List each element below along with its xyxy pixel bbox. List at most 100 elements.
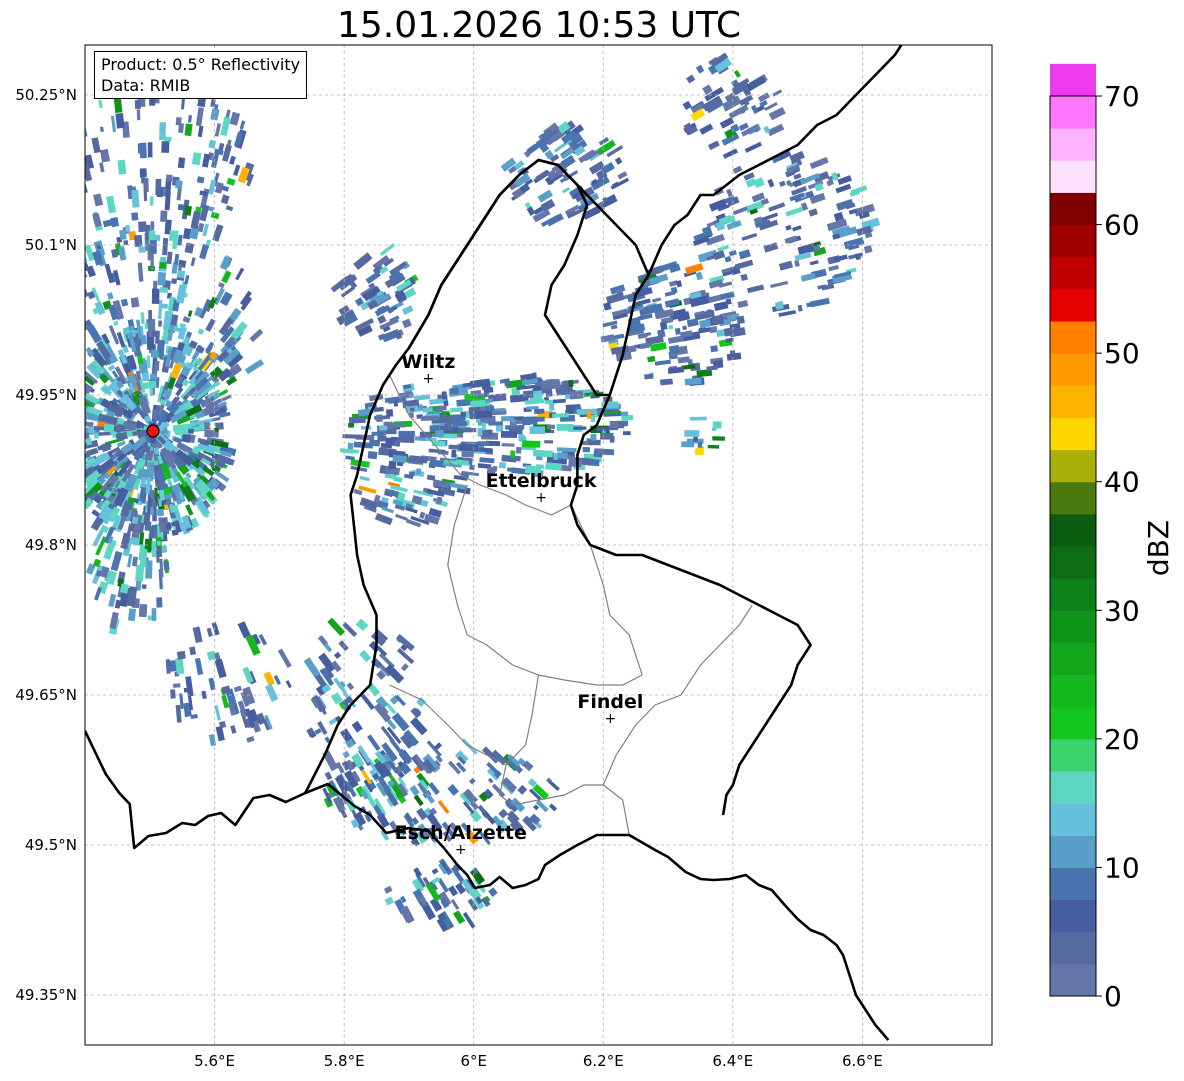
echo-cell bbox=[53, 294, 61, 302]
echo-cell bbox=[156, 508, 165, 517]
echo-cell bbox=[117, 159, 127, 175]
echo-cell bbox=[594, 448, 615, 456]
longitude-ticks: 5.6°E 5.8°E 6°E 6.2°E 6.4°E 6.6°E bbox=[194, 1052, 883, 1070]
lat-tick-label: 49.5°N bbox=[25, 836, 77, 854]
echo-cell bbox=[94, 586, 102, 601]
echo-cell bbox=[533, 804, 540, 811]
echo-cell bbox=[153, 360, 160, 371]
echo-cell bbox=[808, 208, 818, 217]
echo-cell bbox=[435, 430, 444, 438]
echo-cell bbox=[246, 736, 255, 743]
echo-cell bbox=[621, 415, 634, 421]
echo-cell bbox=[150, 221, 155, 231]
echo-cell bbox=[324, 771, 333, 781]
echo-cell bbox=[342, 434, 363, 439]
lat-tick-label: 49.65°N bbox=[15, 686, 77, 704]
echo-cell bbox=[93, 432, 99, 439]
echo-cell bbox=[190, 257, 196, 267]
echo-cell bbox=[56, 286, 70, 304]
echo-cell bbox=[342, 622, 358, 638]
echo-cell bbox=[377, 314, 387, 325]
echo-cell bbox=[85, 182, 88, 195]
echo-cell bbox=[176, 650, 186, 660]
echo-cell bbox=[140, 335, 147, 345]
echo-cell bbox=[413, 867, 423, 878]
echo-cell bbox=[826, 179, 834, 187]
echo-cell bbox=[75, 189, 84, 203]
echo-cell bbox=[249, 328, 264, 343]
echo-cell bbox=[184, 274, 190, 285]
echo-cell bbox=[768, 202, 786, 212]
echo-cell bbox=[556, 424, 574, 431]
echo-cell bbox=[161, 141, 170, 153]
echo-cell bbox=[681, 441, 695, 448]
echo-cell bbox=[647, 355, 656, 363]
echo-cell bbox=[582, 446, 591, 453]
echo-cell bbox=[157, 272, 166, 286]
echo-cell bbox=[75, 174, 82, 187]
echo-cell bbox=[211, 622, 220, 636]
echo-cell bbox=[668, 324, 674, 330]
echo-cell bbox=[85, 279, 89, 298]
echo-cell bbox=[774, 301, 784, 311]
echo-cell bbox=[393, 476, 403, 483]
echo-cell bbox=[172, 683, 181, 688]
echo-cell bbox=[415, 468, 422, 475]
echo-cell bbox=[88, 426, 95, 434]
city-label: Findel bbox=[577, 691, 643, 713]
echo-cell bbox=[123, 239, 129, 246]
echo-cell bbox=[518, 434, 525, 441]
echo-cell bbox=[459, 443, 479, 452]
echo-cell bbox=[367, 451, 378, 460]
echo-cell bbox=[150, 240, 157, 254]
echo-cell bbox=[151, 409, 157, 420]
echo-cell bbox=[741, 232, 758, 241]
echo-cell bbox=[706, 365, 718, 371]
echo-cell bbox=[214, 123, 222, 137]
echo-cell bbox=[522, 417, 531, 426]
echo-cell bbox=[85, 457, 86, 468]
echo-cell bbox=[609, 420, 619, 428]
echo-cell bbox=[409, 407, 415, 412]
echo-cell bbox=[110, 115, 117, 133]
lon-tick-label: 6.4°E bbox=[712, 1052, 753, 1070]
echo-cell bbox=[513, 173, 531, 188]
echo-cell bbox=[437, 800, 450, 814]
echo-cell bbox=[263, 671, 276, 687]
echo-cell bbox=[496, 424, 504, 432]
echo-cell bbox=[388, 460, 397, 470]
echo-cell bbox=[767, 123, 785, 137]
echo-cell bbox=[410, 717, 428, 736]
echo-cell bbox=[85, 416, 87, 424]
echo-cell bbox=[151, 288, 160, 304]
echo-cell bbox=[54, 324, 64, 334]
echo-cell bbox=[68, 333, 75, 341]
echo-cell bbox=[131, 212, 139, 221]
echo-cell bbox=[736, 315, 745, 325]
echo-cell bbox=[212, 224, 224, 242]
product-info-box: Product: 0.5° Reflectivity Data: RMIB bbox=[94, 51, 308, 99]
echo-cell bbox=[395, 513, 408, 521]
echo-cell bbox=[744, 141, 762, 153]
echo-cell bbox=[376, 414, 383, 423]
echo-cell bbox=[99, 148, 110, 163]
echo-cell bbox=[360, 693, 375, 710]
echo-cell bbox=[444, 423, 451, 428]
echo-cell bbox=[199, 243, 209, 260]
echo-cell bbox=[115, 112, 125, 129]
echo-cell bbox=[162, 237, 169, 256]
echo-cell bbox=[464, 393, 475, 401]
echo-cell bbox=[237, 621, 251, 639]
echo-cell bbox=[351, 720, 363, 733]
echo-cell bbox=[155, 178, 162, 196]
echo-cell bbox=[163, 560, 170, 571]
echo-cell bbox=[374, 512, 393, 526]
echo-cell bbox=[478, 441, 490, 447]
echo-cell bbox=[187, 310, 193, 317]
echo-cell bbox=[85, 438, 93, 446]
echo-cell bbox=[201, 153, 211, 168]
echo-cell bbox=[498, 462, 507, 469]
echo-cell bbox=[265, 683, 279, 702]
echo-cell bbox=[46, 274, 62, 293]
echo-cell bbox=[76, 433, 84, 441]
